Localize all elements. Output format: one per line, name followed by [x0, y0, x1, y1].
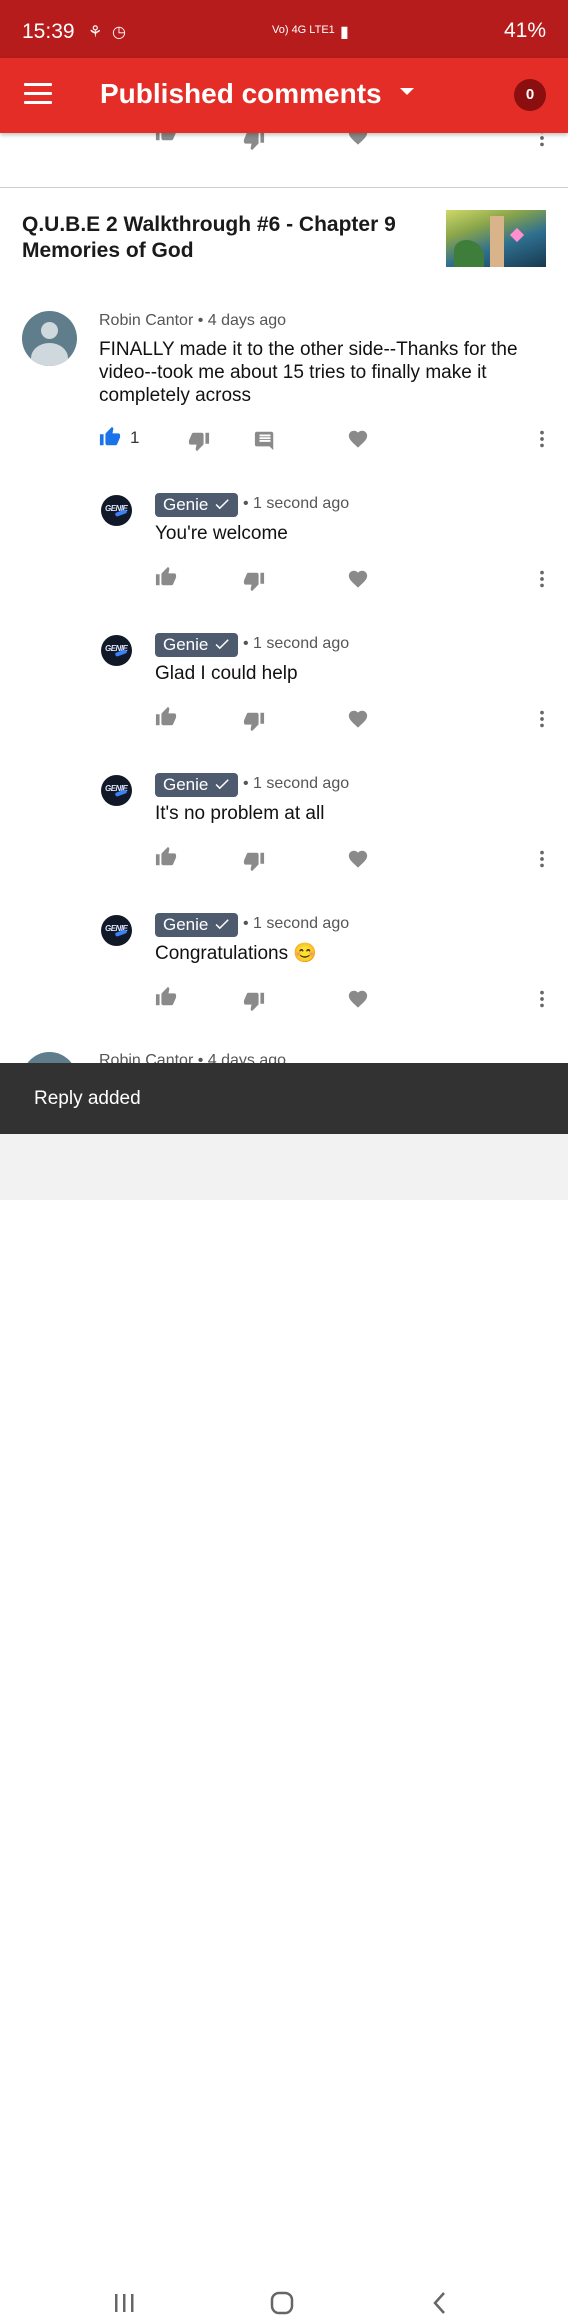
avatar[interactable]: GENIE: [101, 915, 132, 946]
verified-check-icon: [215, 639, 230, 650]
author-badge[interactable]: Genie: [155, 633, 239, 657]
reply-time: 1 second ago: [253, 635, 350, 652]
more-icon[interactable]: [531, 708, 553, 730]
more-icon[interactable]: [531, 133, 553, 149]
like-icon[interactable]: [155, 706, 177, 728]
author-badge[interactable]: Genie: [155, 493, 239, 517]
reply-text: You're welcome: [155, 523, 288, 544]
reply-text: Congratulations 😊: [155, 943, 318, 964]
verified-check-icon: [215, 779, 230, 790]
comment-count-badge[interactable]: 0: [514, 79, 546, 111]
snackbar: Reply added: [0, 1063, 568, 1134]
status-bar: 15:39 ⚘ ◷ Vo) 4G LTE1 ▮ 41%: [0, 0, 568, 58]
back-icon[interactable]: [430, 2291, 450, 2315]
more-icon[interactable]: [531, 568, 553, 590]
reply-time: 1 second ago: [253, 775, 350, 792]
page-title[interactable]: Published comments: [100, 78, 382, 110]
reply-text: Glad I could help: [155, 663, 298, 684]
reply-time-meta: • 1 second ago: [243, 495, 350, 512]
comment-time: 4 days ago: [207, 312, 287, 329]
like-icon[interactable]: [155, 846, 177, 868]
heart-icon[interactable]: [347, 428, 369, 450]
like-icon[interactable]: [155, 133, 177, 143]
system-nav-bar: [0, 1134, 568, 2315]
author-badge[interactable]: Genie: [155, 773, 239, 797]
reply-time-meta: • 1 second ago: [243, 635, 350, 652]
reply-author: Genie: [163, 775, 209, 794]
avatar[interactable]: GENIE: [101, 775, 132, 806]
dislike-icon[interactable]: [243, 990, 265, 1012]
reply-time: 1 second ago: [253, 495, 350, 512]
video-title[interactable]: Q.U.B.E 2 Walkthrough #6 - Chapter 9 Mem…: [22, 212, 422, 264]
reply-author: Genie: [163, 495, 209, 514]
app-bar: Published comments 0: [0, 58, 568, 133]
reply-time: 1 second ago: [253, 915, 350, 932]
like-icon[interactable]: [155, 986, 177, 1008]
status-time: 15:39: [22, 20, 75, 43]
dislike-icon[interactable]: [188, 430, 210, 452]
like-icon[interactable]: [99, 426, 121, 448]
video-thumbnail[interactable]: [446, 210, 546, 267]
dislike-icon[interactable]: [243, 850, 265, 872]
divider: [0, 187, 568, 188]
comment-author[interactable]: Robin Cantor: [99, 312, 193, 329]
more-icon[interactable]: [531, 988, 553, 1010]
reply-time-meta: • 1 second ago: [243, 775, 350, 792]
notification-icon: ⚘: [88, 24, 103, 41]
reply-author: Genie: [163, 635, 209, 654]
heart-icon[interactable]: [347, 133, 369, 147]
author-badge[interactable]: Genie: [155, 913, 239, 937]
dislike-icon[interactable]: [243, 710, 265, 732]
heart-icon[interactable]: [347, 708, 369, 730]
verified-check-icon: [215, 919, 230, 930]
home-icon[interactable]: [270, 2291, 294, 2315]
snackbar-text: Reply added: [34, 1088, 141, 1109]
comment-text: FINALLY made it to the other side--Thank…: [99, 339, 518, 406]
alarm-icon: ◷: [112, 24, 126, 41]
network-status: Vo) 4G LTE1: [272, 24, 335, 36]
battery-level: 41%: [503, 19, 546, 42]
dropdown-arrow-icon[interactable]: [400, 88, 414, 95]
avatar[interactable]: GENIE: [101, 635, 132, 666]
like-icon[interactable]: [155, 566, 177, 588]
recent-apps-icon[interactable]: [112, 2293, 136, 2313]
menu-icon[interactable]: [24, 83, 52, 105]
heart-icon[interactable]: [347, 568, 369, 590]
reply-text: It's no problem at all: [155, 803, 325, 824]
verified-check-icon: [215, 499, 230, 510]
more-icon[interactable]: [531, 428, 553, 450]
dislike-icon[interactable]: [243, 570, 265, 592]
avatar[interactable]: [22, 311, 77, 366]
heart-icon[interactable]: [347, 848, 369, 870]
heart-icon[interactable]: [347, 988, 369, 1010]
reply-icon[interactable]: [254, 429, 276, 451]
comment-meta: Robin Cantor • 4 days ago: [99, 312, 287, 329]
dislike-icon[interactable]: [243, 133, 265, 151]
signal-icon: ▮: [340, 24, 349, 41]
avatar[interactable]: GENIE: [101, 495, 132, 526]
more-icon[interactable]: [531, 848, 553, 870]
reply-author: Genie: [163, 915, 209, 934]
like-count: 1: [130, 428, 140, 447]
reply-time-meta: • 1 second ago: [243, 915, 350, 932]
previous-comment-actions: [0, 133, 568, 153]
